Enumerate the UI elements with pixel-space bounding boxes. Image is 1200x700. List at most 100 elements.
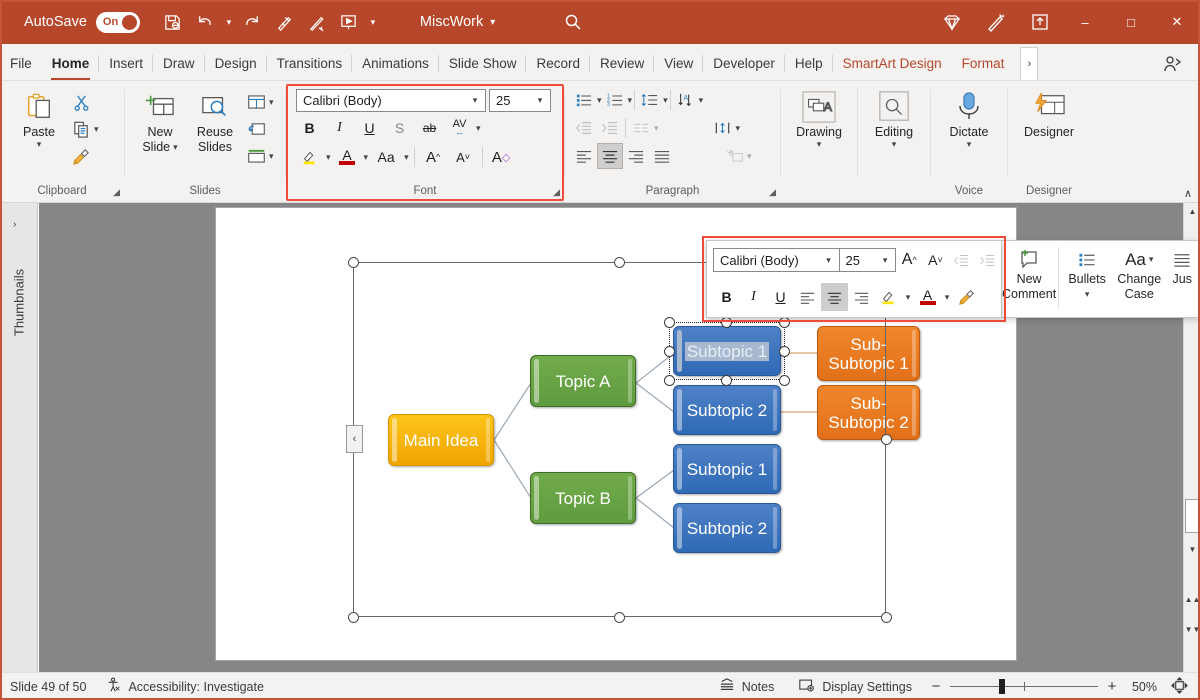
text-shadow-button[interactable]: S xyxy=(386,115,413,141)
mini-font-size-combo[interactable]: 25 ▾ xyxy=(840,248,897,272)
clipboard-dialog-launcher-icon[interactable]: ◢ xyxy=(113,184,120,200)
zoom-out-button[interactable]: − xyxy=(926,678,946,695)
bullets-icon[interactable] xyxy=(571,87,597,113)
mini-align-left-icon[interactable] xyxy=(794,283,821,311)
document-title[interactable]: MiscWork ▾ xyxy=(420,14,495,30)
selection-handle-bottom-right[interactable] xyxy=(881,612,892,623)
font-name-combo[interactable]: Calibri (Body) ▾ xyxy=(296,89,486,112)
mini-decrease-indent-icon[interactable] xyxy=(949,246,975,274)
dictate-button[interactable]: Dictate ▾ xyxy=(942,86,996,148)
designer-button[interactable]: Designer xyxy=(1022,86,1076,139)
cut-icon[interactable] xyxy=(68,89,94,115)
fit-to-window-button[interactable] xyxy=(1167,676,1192,698)
tab-review[interactable]: Review xyxy=(590,47,654,80)
chevron-down-icon[interactable]: ▾ xyxy=(37,140,42,148)
zoom-slider-thumb[interactable] xyxy=(999,679,1005,694)
chevron-down-icon[interactable]: ▾ xyxy=(663,95,668,106)
tab-draw[interactable]: Draw xyxy=(153,47,205,80)
chevron-down-icon[interactable]: ▾ xyxy=(532,95,548,106)
draw-pen-icon[interactable] xyxy=(302,7,332,37)
node-handle-bottom-right[interactable] xyxy=(779,375,790,386)
tab-help[interactable]: Help xyxy=(785,47,833,80)
editing-button[interactable]: Editing ▾ xyxy=(867,86,921,148)
format-painter-icon[interactable] xyxy=(68,143,94,169)
start-presentation-icon[interactable] xyxy=(334,7,364,37)
mini-bold-button[interactable]: B xyxy=(713,283,740,311)
chevron-down-icon[interactable]: ▾ xyxy=(941,292,953,303)
tab-transitions[interactable]: Transitions xyxy=(267,47,353,80)
scroll-up-arrow-icon[interactable]: ▲ xyxy=(1184,203,1200,220)
mini-format-painter-icon[interactable] xyxy=(953,283,980,311)
new-comment-button[interactable]: New Comment xyxy=(1002,241,1056,302)
accessibility-status[interactable]: Accessibility: Investigate xyxy=(96,676,273,698)
mini-font-color-button[interactable]: A xyxy=(914,283,941,311)
context-toolbar-overflow[interactable]: New Comment Bullets ▾ Aa ▾ Change Case J… xyxy=(1002,240,1200,318)
font-color-button[interactable]: A xyxy=(334,144,361,170)
scrollbar-thumb[interactable] xyxy=(1185,499,1200,533)
redo-icon[interactable] xyxy=(238,7,268,37)
chevron-down-icon[interactable]: ▾ xyxy=(1085,287,1090,302)
autosave-toggle[interactable]: On xyxy=(96,12,140,33)
tab-developer[interactable]: Developer xyxy=(703,47,785,80)
new-slide-button[interactable]: New Slide ▾ xyxy=(133,86,187,154)
next-slide-icon[interactable]: ▼▼ xyxy=(1184,621,1200,638)
node-handle-middle-left[interactable] xyxy=(664,346,675,357)
tab-smartart-design[interactable]: SmartArt Design xyxy=(833,47,952,80)
chevron-down-icon[interactable]: ▾ xyxy=(967,140,972,148)
designer-pen-icon[interactable] xyxy=(974,5,1018,39)
selection-handle-bottom-left[interactable] xyxy=(348,612,359,623)
mini-floating-toolbar[interactable]: Calibri (Body) ▾ 25 ▾ A^ A˅ B I U xyxy=(706,240,1002,318)
scroll-down-arrow-icon[interactable]: ▼ xyxy=(1184,541,1200,558)
change-case-button[interactable]: Aa xyxy=(371,144,401,170)
font-dialog-launcher-icon[interactable]: ◢ xyxy=(553,184,560,200)
chevron-down-icon[interactable]: ▾ xyxy=(817,140,822,148)
mini-increase-font-size-button[interactable]: A^ xyxy=(896,246,922,274)
mini-italic-button[interactable]: I xyxy=(740,283,767,311)
bullets-button[interactable]: Bullets ▾ xyxy=(1061,241,1113,302)
font-size-combo[interactable]: 25 ▾ xyxy=(489,89,551,112)
tab-slide-show[interactable]: Slide Show xyxy=(439,47,527,80)
chevron-down-icon[interactable]: ▾ xyxy=(364,152,369,163)
tab-view[interactable]: View xyxy=(654,47,703,80)
bold-button[interactable]: B xyxy=(296,115,323,141)
expand-thumbnails-icon[interactable]: › xyxy=(13,219,16,230)
text-highlight-color-button[interactable] xyxy=(296,144,323,170)
increase-indent-icon[interactable] xyxy=(597,115,623,141)
minimize-button[interactable]: – xyxy=(1062,0,1108,44)
chevron-down-icon[interactable]: ▾ xyxy=(1149,252,1154,267)
reuse-slides-button[interactable]: Reuse Slides xyxy=(188,86,242,154)
chevron-down-icon[interactable]: ▾ xyxy=(467,95,483,106)
justify-button[interactable]: Jus xyxy=(1165,241,1199,287)
chevron-down-icon[interactable]: ▾ xyxy=(269,97,274,108)
text-direction-icon[interactable]: A xyxy=(673,87,699,113)
columns-icon[interactable] xyxy=(628,115,654,141)
tab-design[interactable]: Design xyxy=(205,47,267,80)
paragraph-dialog-launcher-icon[interactable]: ◢ xyxy=(769,184,776,200)
chevron-down-icon[interactable]: ▾ xyxy=(490,17,495,28)
chevron-down-icon[interactable]: ▾ xyxy=(269,151,274,162)
notes-button[interactable]: Notes xyxy=(708,676,785,698)
chevron-down-icon[interactable]: ▾ xyxy=(476,123,481,134)
chevron-down-icon[interactable]: ▾ xyxy=(654,123,659,134)
copy-icon[interactable] xyxy=(68,116,94,142)
tab-file[interactable]: File xyxy=(0,47,42,80)
share-person-icon[interactable] xyxy=(1152,47,1192,80)
close-button[interactable]: ✕ xyxy=(1154,0,1200,44)
slide-indicator[interactable]: Slide 49 of 50 xyxy=(0,676,96,698)
chevron-down-icon[interactable]: ▾ xyxy=(821,255,837,266)
display-settings-button[interactable]: Display Settings xyxy=(788,676,922,698)
autosave-control[interactable]: AutoSave On xyxy=(24,12,140,33)
diamond-icon[interactable] xyxy=(930,5,974,39)
tab-record[interactable]: Record xyxy=(526,47,590,80)
chevron-down-icon[interactable]: ▾ xyxy=(747,151,752,162)
drawing-button[interactable]: A Drawing ▾ xyxy=(792,86,846,148)
convert-to-smartart-icon[interactable] xyxy=(721,143,747,169)
zoom-in-button[interactable]: + xyxy=(1102,678,1122,695)
collapse-ribbon-icon[interactable]: ∧ xyxy=(1184,187,1192,200)
chevron-down-icon[interactable]: ▾ xyxy=(892,140,897,148)
chevron-down-icon[interactable]: ▾ xyxy=(173,143,178,151)
align-center-icon[interactable] xyxy=(597,143,623,169)
zoom-slider[interactable] xyxy=(950,679,1098,695)
mini-underline-button[interactable]: U xyxy=(767,283,794,311)
italic-button[interactable]: I xyxy=(326,115,353,141)
